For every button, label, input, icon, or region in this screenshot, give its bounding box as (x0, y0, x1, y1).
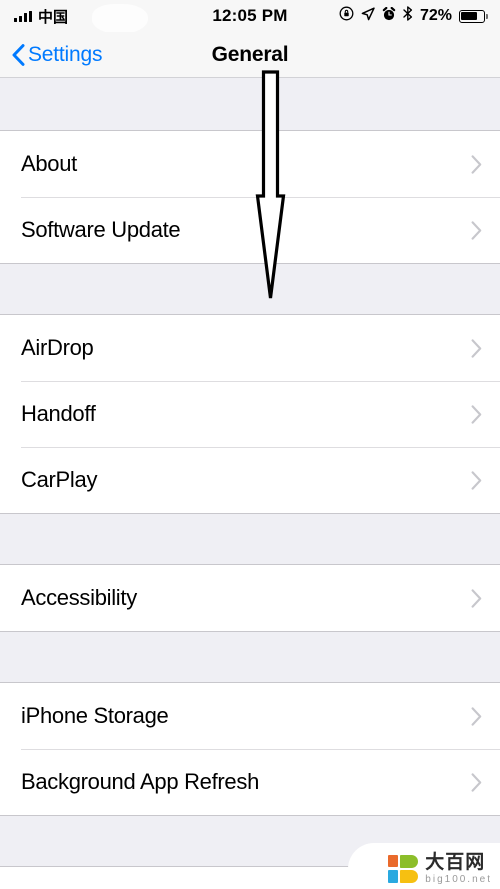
table-row[interactable]: AirDrop (0, 315, 500, 381)
table-row[interactable]: CarPlay (0, 447, 500, 513)
table-row[interactable]: Accessibility (0, 565, 500, 631)
list-gap (0, 514, 500, 564)
chevron-right-icon (471, 706, 482, 726)
chevron-right-icon (471, 772, 482, 792)
row-label: iPhone Storage (21, 703, 169, 728)
iphone-screen: 中国 12:05 PM 72% Settings General About S… (0, 0, 500, 889)
table-row[interactable]: iPhone Storage (0, 683, 500, 749)
chevron-right-icon (471, 588, 482, 608)
group-about: About Software Update (0, 130, 500, 264)
group-sharing: AirDrop Handoff CarPlay (0, 314, 500, 514)
row-label: Software Update (21, 217, 181, 242)
status-bar-right: 72% (339, 6, 488, 26)
chevron-right-icon (471, 154, 482, 174)
battery-percent-label: 72% (419, 7, 452, 24)
chevron-right-icon (471, 470, 482, 490)
chevron-right-icon (471, 220, 482, 240)
status-bar: 中国 12:05 PM 72% (0, 0, 500, 34)
table-row[interactable]: About (0, 131, 500, 197)
chevron-right-icon (471, 404, 482, 424)
row-label: AirDrop (21, 335, 94, 360)
table-row[interactable]: Background App Refresh (0, 749, 500, 815)
row-label: Handoff (21, 401, 96, 426)
battery-icon (459, 9, 488, 23)
row-label: CarPlay (21, 467, 98, 492)
watermark: 大百网 big100.net (388, 853, 492, 885)
list-gap (0, 78, 500, 130)
chevron-right-icon (471, 338, 482, 358)
row-label: Background App Refresh (21, 769, 259, 794)
group-storage: iPhone Storage Background App Refresh (0, 682, 500, 816)
big100-logo-icon (388, 855, 419, 883)
rotation-lock-icon (339, 6, 354, 26)
list-gap (0, 632, 500, 682)
table-row[interactable]: Handoff (0, 381, 500, 447)
list-gap (0, 264, 500, 314)
settings-list: About Software Update AirDrop Handoff CarPla… (0, 78, 500, 889)
bluetooth-icon (403, 6, 413, 26)
row-label: Accessibility (21, 585, 137, 610)
alarm-clock-icon (382, 6, 396, 26)
group-accessibility: Accessibility (0, 564, 500, 632)
navigation-bar: Settings General (0, 32, 500, 78)
row-label: About (21, 151, 77, 176)
table-row[interactable]: Software Update (0, 197, 500, 263)
location-arrow-icon (361, 6, 375, 26)
page-title: General (211, 42, 289, 66)
watermark-domain-label: big100.net (425, 874, 492, 885)
watermark-chinese-label: 大百网 (425, 852, 486, 873)
